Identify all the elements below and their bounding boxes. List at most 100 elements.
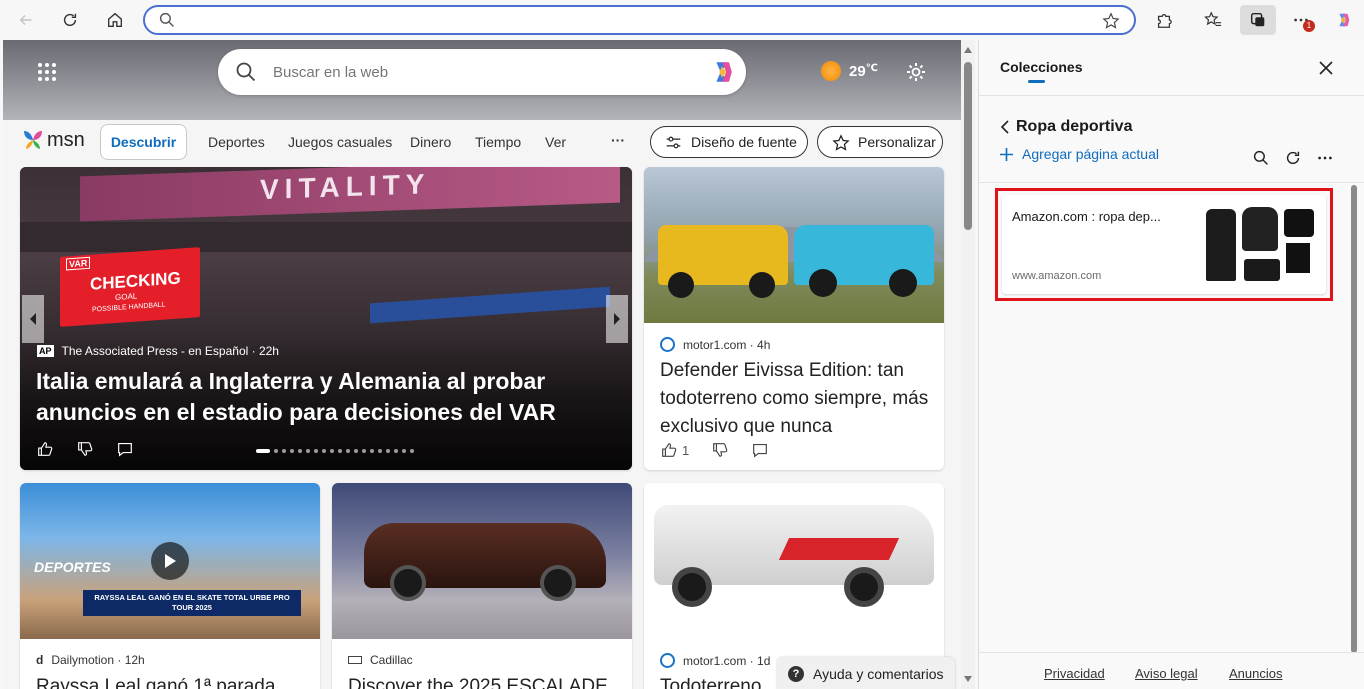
personalize-button[interactable]: Personalizar: [817, 126, 943, 158]
page-scrollbar[interactable]: [961, 40, 975, 689]
wheel: [809, 269, 837, 297]
weather-widget[interactable]: 29℃: [821, 61, 878, 81]
cadillac-image: [332, 483, 632, 639]
cadillac-title[interactable]: Discover the 2025 ESCALADE: [348, 673, 628, 689]
add-current-page-button[interactable]: Agregar página actual: [999, 146, 1159, 162]
copilot-button[interactable]: [1329, 6, 1357, 34]
collection-back-button[interactable]: Ropa deportiva: [1000, 118, 1132, 136]
address-input[interactable]: [181, 11, 1081, 29]
refresh-button[interactable]: [56, 6, 84, 34]
web-search-box[interactable]: Buscar en la web: [218, 49, 746, 95]
rayssa-source: d Dailymotion · 12h: [36, 653, 145, 667]
carousel-dot[interactable]: [402, 449, 406, 453]
collection-more-button[interactable]: [1316, 149, 1334, 172]
carousel-dot[interactable]: [330, 449, 334, 453]
apps-grid-icon[interactable]: [37, 62, 57, 82]
carousel-dot[interactable]: [386, 449, 390, 453]
carousel-dot[interactable]: [338, 449, 342, 453]
carousel-dot[interactable]: [290, 449, 294, 453]
highlight-box: Amazon.com : ropa dep... www.amazon.com: [995, 188, 1333, 301]
news-card-defender[interactable]: motor1.com · 4h Defender Eivissa Edition…: [644, 167, 944, 470]
nav-casual-games[interactable]: Juegos casuales: [288, 134, 392, 150]
carousel-next-button[interactable]: [606, 295, 628, 343]
panel-scroll-thumb[interactable]: [1351, 185, 1357, 653]
scroll-up-arrow-icon[interactable]: [964, 47, 972, 53]
defender-title[interactable]: Defender Eivissa Edition: tan todoterren…: [660, 357, 930, 441]
rayssa-source-text: Dailymotion · 12h: [51, 653, 145, 667]
thumbs-up-icon[interactable]: [36, 440, 54, 458]
tab-discover[interactable]: Descubrir: [100, 124, 187, 160]
search-icon: [1253, 150, 1268, 165]
thumbs-down-icon[interactable]: [76, 440, 94, 458]
sun-icon: [821, 61, 841, 81]
hero-news-card[interactable]: VITALITY VAR CHECKING GOAL POSSIBLE HAND…: [20, 167, 632, 470]
msn-logo[interactable]: msn: [21, 128, 85, 152]
wheel: [390, 565, 426, 601]
home-icon: [108, 12, 122, 27]
scroll-down-arrow-icon[interactable]: [964, 676, 972, 682]
carousel-dot[interactable]: [306, 449, 310, 453]
rayssa-title[interactable]: Rayssa Leal ganó 1ª parada: [36, 673, 306, 689]
collection-sync-button[interactable]: [1284, 149, 1302, 172]
collections-button[interactable]: [1240, 5, 1276, 35]
carousel-dot[interactable]: [378, 449, 382, 453]
nav-sports[interactable]: Deportes: [208, 134, 265, 150]
more-menu-button[interactable]: 1: [1287, 6, 1315, 34]
carousel-dot[interactable]: [274, 449, 278, 453]
help-feedback-button[interactable]: ? Ayuda y comentarios: [777, 657, 955, 689]
news-card-rayssa[interactable]: DEPORTES RAYSSA LEAL GANÓ EN EL SKATE TO…: [20, 483, 320, 689]
font-design-button[interactable]: Diseño de fuente: [650, 126, 808, 158]
thumbs-up-icon[interactable]: [660, 441, 678, 459]
scroll-thumb[interactable]: [964, 62, 972, 230]
var-screen: VAR CHECKING GOAL POSSIBLE HANDBALL: [60, 247, 200, 327]
carousel-dot[interactable]: [354, 449, 358, 453]
nav-weather[interactable]: Tiempo: [475, 134, 521, 150]
chevron-left-icon: [1000, 120, 1009, 134]
carousel-prev-button[interactable]: [22, 295, 44, 343]
carousel-dot[interactable]: [394, 449, 398, 453]
back-button[interactable]: [12, 6, 40, 34]
news-card-cadillac[interactable]: Cadillac Discover the 2025 ESCALADE: [332, 483, 632, 689]
footer-ads-link[interactable]: Anuncios: [1229, 666, 1282, 681]
footer-privacy-link[interactable]: Privacidad: [1044, 666, 1105, 681]
figure: [1206, 209, 1236, 281]
play-icon: [165, 554, 176, 568]
collection-item-amazon[interactable]: Amazon.com : ropa dep... www.amazon.com: [1002, 195, 1326, 294]
carousel-dot[interactable]: [370, 449, 374, 453]
extensions-button[interactable]: [1150, 6, 1178, 34]
nav-more-button[interactable]: ···: [611, 132, 625, 148]
thumbs-down-icon[interactable]: [711, 441, 729, 459]
home-button[interactable]: [101, 6, 129, 34]
carousel-dots[interactable]: [256, 449, 414, 453]
divider: [979, 95, 1364, 96]
carousel-dot[interactable]: [362, 449, 366, 453]
collection-search-button[interactable]: [1253, 150, 1269, 171]
copilot-icon[interactable]: [708, 58, 736, 86]
hero-reactions: [36, 440, 134, 458]
nav-money[interactable]: Dinero: [410, 134, 451, 150]
settings-gear-icon[interactable]: [905, 61, 927, 88]
play-button[interactable]: [151, 542, 189, 580]
comment-icon[interactable]: [751, 441, 769, 459]
close-panel-button[interactable]: [1316, 58, 1336, 78]
nav-watch[interactable]: Ver: [545, 134, 566, 150]
carousel-dot[interactable]: [282, 449, 286, 453]
favorite-star-icon[interactable]: [1102, 12, 1120, 30]
address-bar[interactable]: [143, 5, 1136, 35]
carousel-dot[interactable]: [346, 449, 350, 453]
var-label: VAR: [66, 256, 91, 271]
comment-icon[interactable]: [116, 440, 134, 458]
carousel-dot[interactable]: [314, 449, 318, 453]
carousel-dot[interactable]: [322, 449, 326, 453]
carousel-dot-active[interactable]: [256, 449, 270, 453]
hero-title[interactable]: Italia emulará a Inglaterra y Alemania a…: [36, 366, 596, 428]
motor1-logo-icon: [660, 653, 675, 668]
carousel-dot[interactable]: [298, 449, 302, 453]
carousel-dot[interactable]: [410, 449, 414, 453]
collection-name: Ropa deportiva: [1016, 118, 1133, 135]
footer-legal-link[interactable]: Aviso legal: [1135, 666, 1198, 681]
chevron-right-icon: [614, 313, 620, 325]
favorites-button[interactable]: [1199, 6, 1227, 34]
hero-source-text: The Associated Press - en Español · 22h: [61, 344, 279, 358]
ap-logo-icon: AP: [37, 345, 54, 357]
